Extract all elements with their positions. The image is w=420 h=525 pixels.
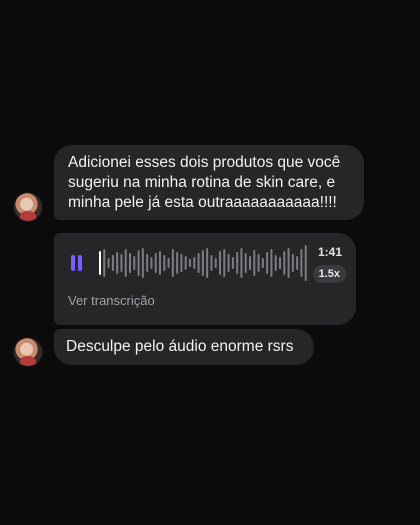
waveform-bar — [99, 251, 101, 275]
waveform-bar — [257, 254, 260, 272]
waveform-bar — [184, 256, 187, 270]
waveform-bar — [287, 248, 290, 278]
waveform-bar — [176, 252, 179, 274]
waveform-bar — [279, 257, 281, 269]
waveform-bar — [171, 249, 174, 277]
avatar[interactable] — [14, 193, 42, 221]
waveform-bar — [231, 257, 234, 269]
waveform-bar — [214, 258, 217, 268]
message-text: Desculpe pelo áudio enorme rsrs — [66, 338, 294, 355]
waveform-bar — [180, 254, 183, 272]
waveform-bar — [240, 248, 243, 278]
waveform-bar — [141, 248, 144, 278]
waveform-bar — [197, 253, 200, 273]
waveform-bar — [116, 252, 119, 274]
waveform-bar — [270, 249, 273, 277]
waveform-bar — [111, 255, 114, 271]
waveform-bar — [154, 253, 157, 273]
waveform-bar — [107, 258, 110, 268]
playback-speed-button[interactable]: 1.5x — [312, 265, 346, 283]
waveform-bar — [193, 257, 196, 269]
waveform-bar — [146, 254, 149, 272]
audio-waveform[interactable] — [98, 243, 308, 283]
waveform-bar — [159, 251, 161, 275]
audio-message[interactable]: 1:41 1.5x Ver transcrição — [54, 233, 356, 325]
waveform-bar — [291, 254, 294, 272]
waveform-bar — [210, 255, 213, 271]
waveform-bar — [261, 258, 264, 268]
message-bubble-text[interactable]: Adicionei esses dois produtos que você s… — [54, 145, 364, 220]
waveform-bar — [189, 259, 191, 267]
waveform-bar — [103, 249, 106, 277]
view-transcript-link[interactable]: Ver transcrição — [68, 293, 155, 308]
waveform-bar — [150, 257, 153, 269]
waveform-bar — [274, 255, 277, 271]
waveform-bar — [201, 250, 204, 276]
waveform-bar — [283, 251, 286, 275]
audio-duration: 1:41 — [317, 245, 342, 259]
message-text: Adicionei esses dois produtos que você s… — [68, 154, 341, 211]
waveform-bar — [163, 255, 166, 271]
waveform-bar — [133, 256, 136, 270]
waveform-bar — [206, 248, 209, 278]
waveform-bar — [223, 249, 226, 277]
pause-icon[interactable] — [70, 255, 84, 271]
waveform-bar — [236, 252, 239, 274]
waveform-bar — [129, 253, 131, 273]
waveform-bar — [244, 253, 247, 273]
chat-thread: Adicionei esses dois produtos que você s… — [0, 0, 420, 525]
waveform-bar — [120, 254, 123, 272]
waveform-bar — [266, 252, 269, 274]
waveform-bar — [300, 249, 303, 277]
waveform-bar — [296, 256, 299, 270]
waveform-bar — [227, 254, 230, 272]
waveform-bar — [219, 251, 221, 275]
waveform-bar — [124, 249, 127, 277]
message-bubble-text[interactable]: Desculpe pelo áudio enorme rsrs — [54, 329, 314, 365]
waveform-bar — [304, 245, 307, 281]
avatar[interactable] — [14, 338, 42, 366]
waveform-bar — [167, 258, 170, 268]
waveform-bar — [253, 250, 256, 276]
waveform-bar — [249, 256, 251, 270]
waveform-bar — [137, 250, 140, 276]
